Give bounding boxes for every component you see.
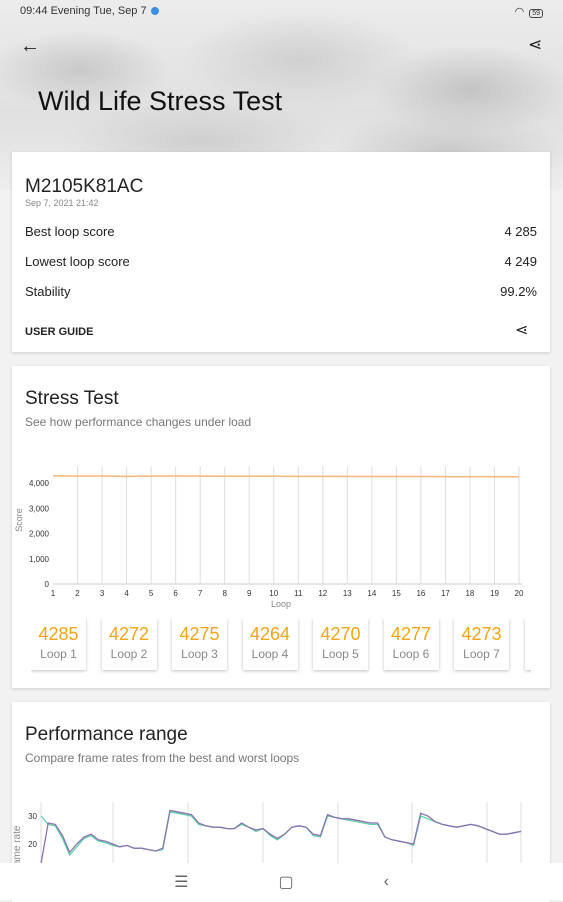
frame-rate-chart: 2030Frame rate bbox=[12, 802, 522, 874]
menu-icon[interactable]: ☰ bbox=[174, 872, 188, 892]
navigation-bar: ☰ ▢ ‹ bbox=[0, 863, 563, 900]
y-tick-label: 30 bbox=[28, 812, 37, 821]
back-icon[interactable]: ‹ bbox=[384, 873, 389, 891]
y-tick-label: 20 bbox=[28, 840, 37, 849]
home-icon[interactable]: ▢ bbox=[278, 872, 293, 892]
